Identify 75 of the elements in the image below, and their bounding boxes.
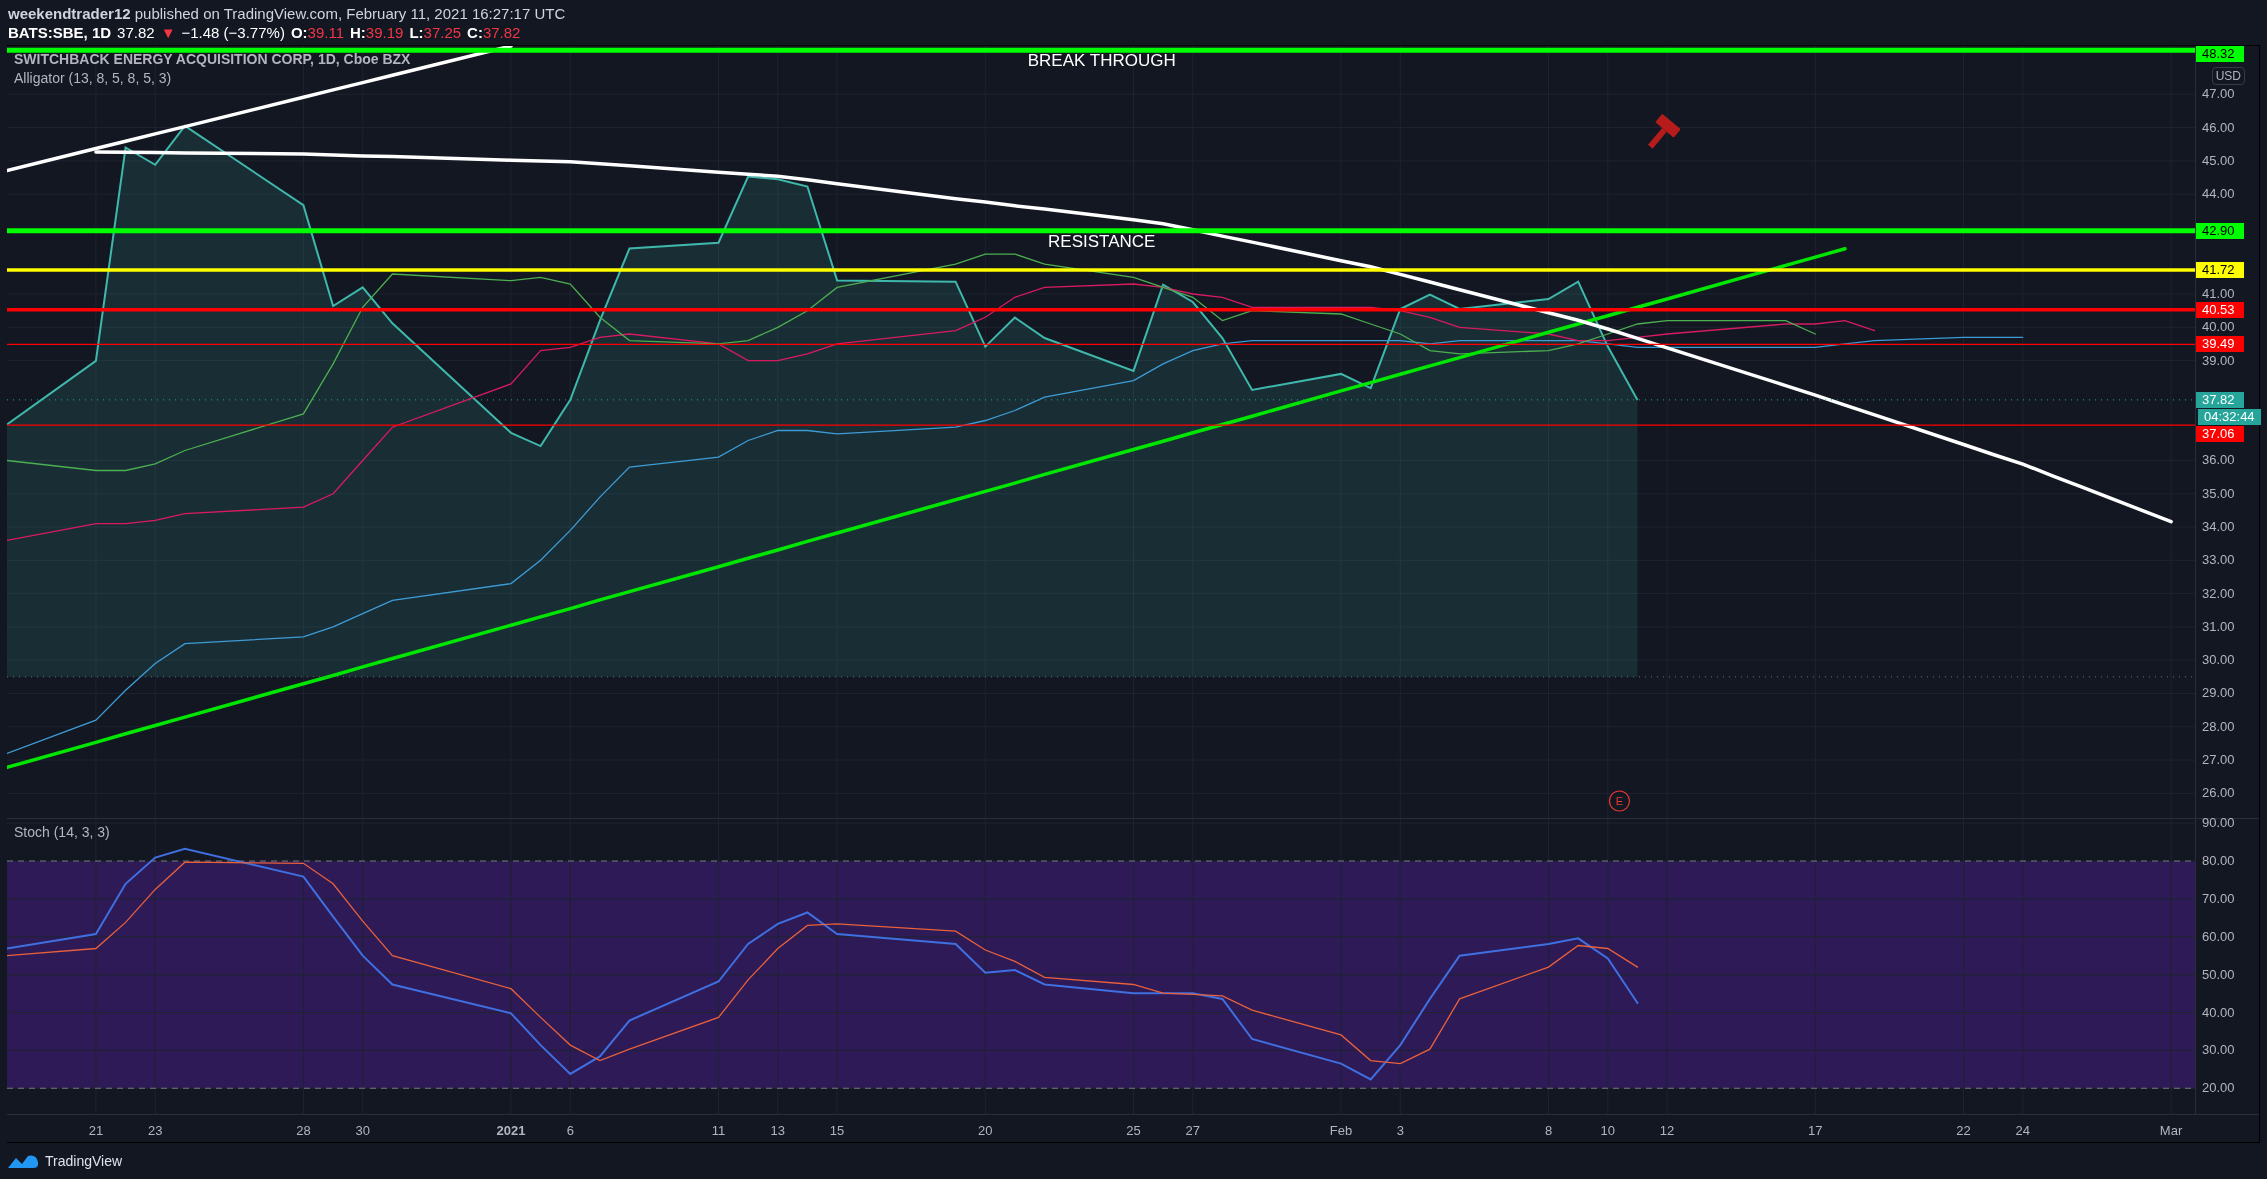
date-label: 21: [88, 1123, 104, 1138]
axis-label: 46.00: [2202, 119, 2235, 136]
date-label: 24: [2015, 1123, 2031, 1138]
ohlc-value: 37.82: [482, 23, 521, 42]
date-label: 11: [711, 1123, 726, 1138]
axis-label: 28.00: [2202, 718, 2235, 735]
price-tag: 37.06: [2196, 425, 2244, 442]
price-value: 37.82: [117, 23, 155, 42]
ohlc-label: L:: [409, 23, 424, 42]
axis-label: 41.00: [2202, 286, 2235, 302]
symbol-label: BATS:SBE, 1D: [8, 23, 112, 42]
date-label: 22: [1956, 1123, 1971, 1138]
price-tag: 48.32: [2196, 46, 2244, 62]
price-tag: 39.49: [2196, 336, 2244, 353]
axis-label: 20.00: [2202, 1080, 2235, 1097]
date-label: 12: [1659, 1123, 1675, 1138]
indicator-label: Alligator (13, 8, 5, 8, 5, 3): [14, 70, 173, 86]
axis-label: 45.00: [2202, 152, 2235, 169]
date-label: 13: [770, 1123, 785, 1138]
publish-line: weekendtrader12 published on TradingView.com, February 11, 2021 16:27:17 UTC: [8, 4, 566, 23]
axis-label: 90.00: [2202, 815, 2235, 832]
axis-label: 47.00: [2202, 86, 2235, 103]
brand-label: TradingView: [45, 1153, 123, 1169]
date-label: 28: [296, 1123, 311, 1138]
price-tag: 37.82: [2196, 391, 2244, 408]
chart-annotation: RESISTANCE: [1048, 232, 1156, 252]
axis-label: 33.00: [2202, 552, 2235, 569]
date-label: 30: [355, 1123, 370, 1138]
earnings-marker: E: [1608, 790, 1631, 812]
ohlc-value: 39.11: [307, 23, 344, 42]
axis-label: 70.00: [2202, 890, 2235, 907]
axis-label: 39.00: [2202, 352, 2235, 369]
axis-label: 30.00: [2202, 652, 2235, 669]
ohlc-value: 39.19: [365, 23, 404, 42]
date-label: 27: [1185, 1123, 1200, 1138]
change-value: −1.48 (−3.77%): [181, 23, 285, 42]
axis-label: 50.00: [2202, 966, 2235, 983]
ohlc-label: C:: [467, 23, 483, 42]
axis-label: 29.00: [2202, 685, 2235, 702]
axis-label: 34.00: [2202, 519, 2235, 536]
price-tag: 40.53: [2196, 301, 2244, 318]
date-label: 10: [1600, 1123, 1616, 1138]
change-arrow: ▼: [160, 23, 176, 42]
axis-label: 30.00: [2202, 1042, 2235, 1059]
ohlc-label: H:: [350, 23, 366, 42]
date-label: 6: [566, 1123, 574, 1138]
price-tag: 41.72: [2196, 262, 2244, 279]
chart-title: SWITCHBACK ENERGY ACQUISITION CORP, 1D, Cboe BZX: [14, 51, 411, 67]
date-label: 8: [1544, 1123, 1553, 1138]
axis-label: 31.00: [2202, 618, 2235, 635]
axis-label: 35.00: [2202, 485, 2235, 502]
date-label: Feb: [1329, 1123, 1353, 1138]
axis-label: 80.00: [2202, 853, 2235, 870]
date-label: Mar: [2159, 1123, 2183, 1138]
axis-label: 36.00: [2202, 452, 2235, 469]
axis-label: 27.00: [2202, 752, 2235, 769]
date-label: 20: [978, 1123, 993, 1138]
axis-label: 40.00: [2202, 1004, 2235, 1021]
axis-label: 60.00: [2202, 928, 2235, 945]
date-label: 2021: [496, 1123, 526, 1138]
date-label: 25: [1126, 1123, 1141, 1138]
ohlc-label: O:: [290, 23, 308, 42]
date-label: 3: [1396, 1123, 1404, 1138]
date-label: 23: [148, 1123, 163, 1138]
axis-label: 26.00: [2202, 785, 2235, 802]
date-label: 17: [1808, 1123, 1823, 1138]
price-tag: 42.90: [2196, 222, 2244, 239]
indicator-label: Stoch (14, 3, 3): [14, 824, 110, 840]
axis-label: 32.00: [2202, 585, 2235, 602]
ohlc-value: 37.25: [423, 23, 462, 42]
axis-label: 44.00: [2202, 186, 2235, 203]
axis-label: 40.00: [2202, 319, 2235, 336]
chart-annotation: BREAK THROUGH: [1027, 51, 1176, 71]
date-label: 15: [829, 1123, 845, 1138]
countdown-tag: 04:32:44: [2198, 408, 2261, 425]
